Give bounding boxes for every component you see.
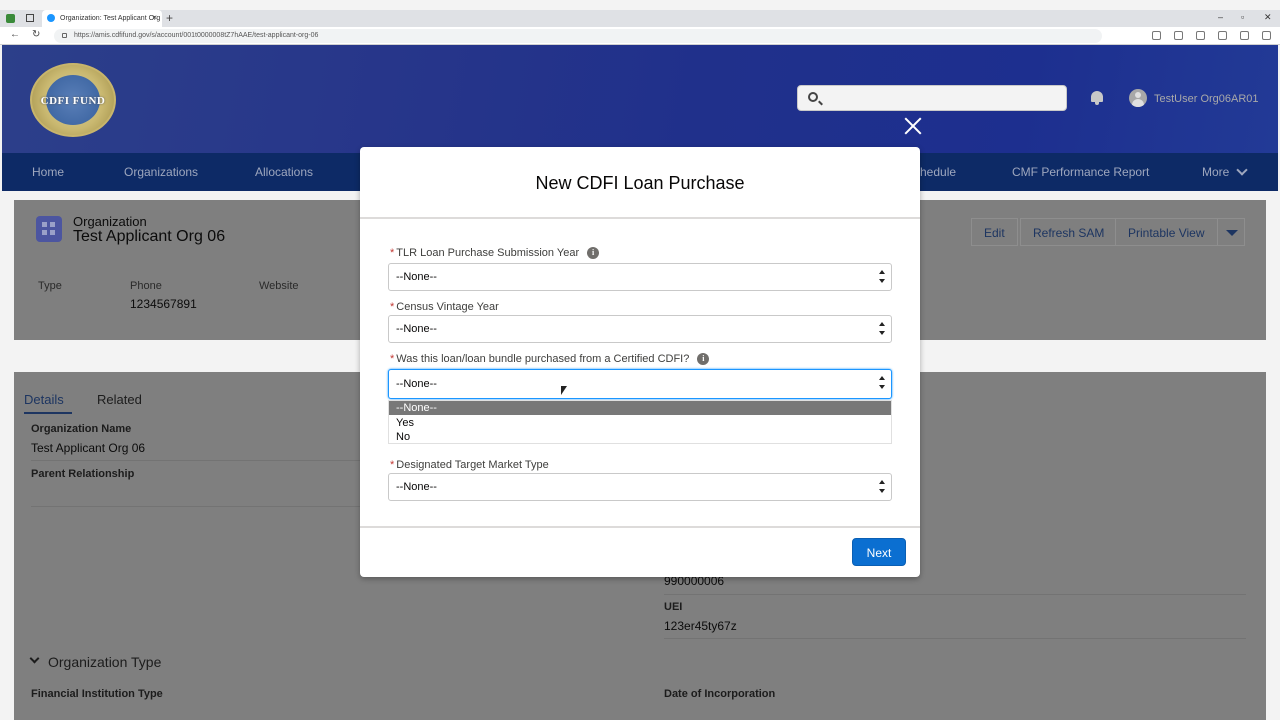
chevron-down-icon[interactable] <box>29 653 40 664</box>
more-actions-button[interactable] <box>1217 218 1245 246</box>
tab-related[interactable]: Related <box>97 392 142 407</box>
search-icon <box>808 92 818 102</box>
field-divider <box>664 638 1246 639</box>
info-icon[interactable]: i <box>587 247 600 260</box>
lock-icon <box>62 33 67 38</box>
required-marker: * <box>390 247 395 259</box>
url-field[interactable]: https://amis.cdfifund.gov/s/account/001t… <box>54 29 1102 43</box>
close-modal-icon[interactable] <box>902 115 924 137</box>
nav-item-organizations[interactable]: Organizations <box>124 165 198 179</box>
nav-item-cmf-performance-report[interactable]: CMF Performance Report <box>1012 165 1149 179</box>
active-tab-indicator <box>24 412 72 414</box>
chevron-down-icon[interactable] <box>1236 164 1248 176</box>
user-avatar-icon[interactable] <box>1129 89 1147 107</box>
organization-object-icon <box>36 216 62 242</box>
select-arrows-icon <box>879 376 885 392</box>
select-value: --None-- <box>396 378 437 390</box>
user-menu-name[interactable]: TestUser Org06AR01 <box>1154 93 1259 105</box>
new-cdfi-loan-purchase-modal: New CDFI Loan Purchase * TLR Loan Purchas… <box>360 147 920 577</box>
screen: Organization: Test Applicant Org × + – ▫… <box>0 0 1280 720</box>
browser-tab-bar: Organization: Test Applicant Org × + – ▫… <box>0 10 1280 27</box>
record-title: Test Applicant Org 06 <box>73 228 226 245</box>
website-label: Website <box>259 280 299 292</box>
census-vintage-year-select[interactable]: --None-- <box>388 315 892 343</box>
minimize-icon[interactable]: – <box>1218 12 1223 22</box>
search-input[interactable] <box>797 85 1067 111</box>
field-label-census-vintage-year: * Census Vintage Year <box>390 301 499 313</box>
required-marker: * <box>390 459 395 471</box>
cdfi-fund-logo[interactable]: CDFI FUND <box>30 63 116 137</box>
select-arrows-icon <box>879 270 885 286</box>
logo-text: CDFI FUND <box>40 95 106 107</box>
field-label-certified-cdfi: * Was this loan/loan bundle purchased fro… <box>390 353 710 366</box>
next-button[interactable]: Next <box>852 538 906 566</box>
info-icon[interactable]: i <box>697 353 710 366</box>
section-title-organization-type[interactable]: Organization Type <box>48 654 161 670</box>
select-value: --None-- <box>396 481 437 493</box>
new-tab-icon[interactable]: + <box>166 11 173 25</box>
url-text: https://amis.cdfifund.gov/s/account/001t… <box>74 32 319 39</box>
salesforce-favicon-icon <box>47 14 55 22</box>
dropdown-option-yes[interactable]: Yes <box>389 416 891 430</box>
nav-item-allocations[interactable]: Allocations <box>255 165 313 179</box>
field-divider <box>664 594 1246 595</box>
restore-icon[interactable]: ▫ <box>1241 12 1244 22</box>
printable-view-button[interactable]: Printable View <box>1115 218 1218 246</box>
favorites-icon[interactable] <box>1218 31 1227 40</box>
extension-icon[interactable] <box>1174 31 1183 40</box>
org-name-value: Test Applicant Org 06 <box>31 441 146 455</box>
tab-actions-icon[interactable] <box>26 14 34 22</box>
close-window-icon[interactable]: ✕ <box>1264 12 1272 23</box>
collections-icon[interactable] <box>1240 31 1249 40</box>
split-screen-icon[interactable] <box>1196 31 1205 40</box>
financial-institution-type-label: Financial Institution Type <box>31 688 163 700</box>
browser-menu-icon[interactable] <box>6 14 15 23</box>
modal-title: New CDFI Loan Purchase <box>535 173 745 193</box>
dropdown-option-none[interactable]: --None-- <box>389 401 891 415</box>
close-tab-icon[interactable]: × <box>152 13 157 22</box>
settings-menu-icon[interactable] <box>1262 31 1271 40</box>
browser-address-bar: ← ↻ https://amis.cdfifund.gov/s/account/… <box>0 27 1280 45</box>
nav-item-more[interactable]: More <box>1202 165 1229 179</box>
required-marker: * <box>390 301 395 313</box>
parent-relationship-label: Parent Relationship <box>31 468 135 480</box>
uei-value: 123er45ty67z <box>664 619 737 633</box>
submission-year-select[interactable]: --None-- <box>388 263 892 291</box>
reload-icon[interactable]: ↻ <box>32 29 40 40</box>
refresh-sam-button[interactable]: Refresh SAM <box>1020 218 1118 246</box>
certified-cdfi-select[interactable]: --None-- <box>388 369 892 399</box>
edit-button[interactable]: Edit <box>971 218 1018 246</box>
date-of-incorporation-label: Date of Incorporation <box>664 688 776 700</box>
tab-details[interactable]: Details <box>24 392 64 407</box>
site-header: CDFI FUND TestUser Org06AR01 <box>2 45 1278 153</box>
record-object-label: Organization <box>73 214 147 229</box>
certified-cdfi-dropdown-list: --None-- Yes No <box>388 400 892 444</box>
notifications-bell-icon[interactable] <box>1090 91 1104 105</box>
browser-tab-title: Organization: Test Applicant Org <box>60 15 161 22</box>
select-value: --None-- <box>396 271 437 283</box>
phone-value: 1234567891 <box>130 297 197 311</box>
modal-footer <box>360 526 920 577</box>
required-marker: * <box>390 353 395 365</box>
target-market-type-select[interactable]: --None-- <box>388 473 892 501</box>
type-label: Type <box>38 280 62 292</box>
select-arrows-icon <box>879 480 885 496</box>
dropdown-option-no[interactable]: No <box>389 430 891 444</box>
org-name-label: Organization Name <box>31 423 132 435</box>
select-arrows-icon <box>879 322 885 338</box>
back-icon[interactable]: ← <box>10 29 20 40</box>
chevron-down-icon <box>1226 230 1238 236</box>
nav-item-home[interactable]: Home <box>32 165 64 179</box>
field-label-target-market-type: * Designated Target Market Type <box>390 459 549 471</box>
browser-tab[interactable]: Organization: Test Applicant Org × <box>42 10 162 27</box>
extension-icon[interactable] <box>1152 31 1161 40</box>
field-label-submission-year: * TLR Loan Purchase Submission Year i <box>390 247 600 260</box>
modal-header: New CDFI Loan Purchase <box>360 147 920 219</box>
uei-label: UEI <box>664 601 683 613</box>
select-value: --None-- <box>396 323 437 335</box>
phone-label: Phone <box>130 280 162 292</box>
